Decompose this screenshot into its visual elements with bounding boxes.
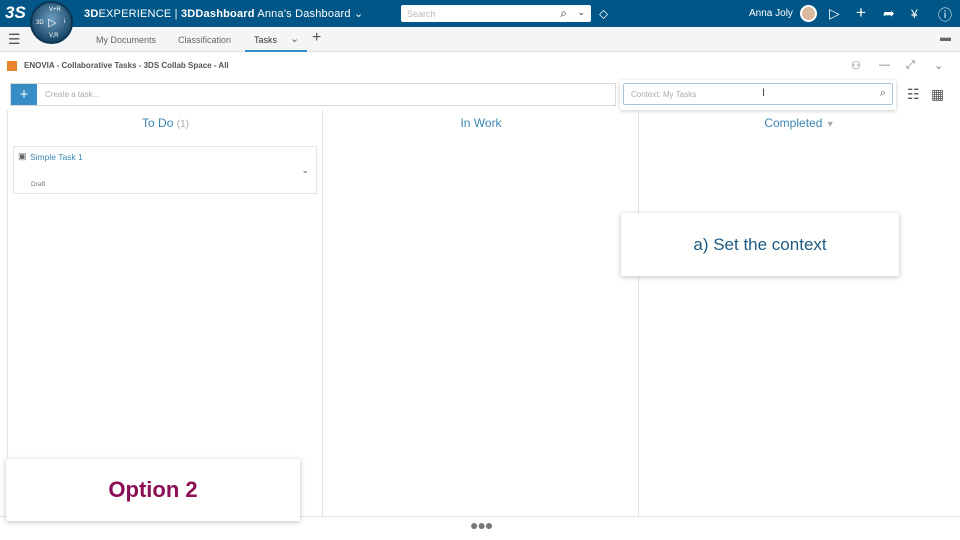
task-status: Draft: [31, 181, 46, 188]
create-task-bar: + Create a task...: [10, 83, 616, 106]
add-icon[interactable]: +: [856, 3, 866, 23]
column-header: Completed ▼: [639, 116, 960, 130]
column-header: To Do (1): [8, 116, 323, 130]
user-assign-icon[interactable]: ⚇: [851, 59, 861, 72]
task-card[interactable]: ▣ Simple Task 1 ⌄ Draft: [13, 146, 317, 194]
apps-icon[interactable]: ¥: [911, 7, 918, 21]
step-callout: a) Set the context: [621, 213, 899, 276]
chat-icon[interactable]: ▬: [940, 32, 951, 44]
context-input[interactable]: Context: My Tasks I ⌕: [623, 83, 893, 105]
search-placeholder: Search: [407, 9, 436, 19]
avatar[interactable]: [800, 5, 817, 22]
widget-header: ENOVIA - Collaborative Tasks - 3DS Colla…: [0, 52, 960, 80]
tab-my-documents[interactable]: My Documents: [96, 35, 156, 45]
maximize-icon[interactable]: ⤢: [906, 59, 915, 72]
brand-main: EXPERIENCE |: [98, 8, 181, 20]
compass-bottom: V,R: [49, 33, 59, 39]
text-cursor-icon: I: [762, 87, 766, 99]
tag-icon[interactable]: ⬦: [599, 6, 608, 22]
column-completed: Completed ▼: [638, 110, 960, 516]
option-callout: Option 2: [6, 459, 300, 521]
create-task-input[interactable]: Create a task...: [45, 90, 99, 99]
app-brand: 3DEXPERIENCE | 3DDashboard Anna's Dashbo…: [84, 7, 363, 20]
compass-left: 3D: [36, 20, 44, 26]
tab-classification[interactable]: Classification: [178, 35, 231, 45]
play-icon[interactable]: ▷: [48, 16, 56, 29]
help-icon[interactable]: ⓘ: [938, 5, 952, 25]
search-icon[interactable]: ⌕: [560, 6, 567, 21]
column-title: Completed: [764, 116, 823, 130]
add-tab-icon[interactable]: +: [312, 29, 321, 47]
column-in-work: In Work: [322, 110, 639, 516]
search-icon[interactable]: ⌕: [880, 87, 886, 100]
menu-icon[interactable]: ☰: [8, 31, 21, 48]
column-title: In Work: [460, 116, 502, 130]
chevron-down-icon[interactable]: ⌄: [354, 8, 363, 20]
filter-list-icon[interactable]: ☷: [907, 86, 920, 103]
grid-view-icon[interactable]: ▦: [931, 86, 944, 103]
brand-prefix: 3D: [84, 8, 99, 20]
context-placeholder: Context: My Tasks: [631, 90, 697, 99]
chevron-down-icon[interactable]: ⌄: [290, 32, 299, 45]
chevron-down-icon[interactable]: ⌄: [934, 59, 943, 72]
user-name[interactable]: Anna Joly: [749, 8, 793, 19]
chevron-down-icon[interactable]: ⌄: [301, 165, 309, 176]
tab-tasks[interactable]: Tasks: [254, 35, 277, 45]
chevron-down-icon[interactable]: ⌄: [577, 7, 585, 18]
share-icon[interactable]: ➦: [883, 5, 895, 22]
minimize-icon[interactable]: —: [879, 59, 890, 71]
3ds-logo-icon[interactable]: 3S: [5, 3, 26, 23]
context-popup: Context: My Tasks I ⌕: [620, 80, 896, 110]
compass-top: V+R: [49, 7, 61, 13]
brand-app: 3DDashboard: [180, 8, 255, 20]
create-task-button[interactable]: +: [11, 84, 37, 105]
more-icon[interactable]: ●●●: [470, 517, 493, 533]
search-input[interactable]: Search ⌕ ⌄: [401, 5, 591, 22]
filter-icon[interactable]: ▼: [826, 119, 835, 129]
notification-icon[interactable]: ▷: [829, 5, 840, 22]
task-name[interactable]: Simple Task 1: [30, 152, 83, 162]
clipboard-icon: ▣: [18, 151, 27, 161]
app-icon: [7, 61, 17, 71]
column-title: To Do: [142, 116, 174, 130]
compass-right: i: [64, 19, 66, 25]
top-bar: 3S 3DEXPERIENCE | 3DDashboard Anna's Das…: [0, 0, 960, 27]
column-count: (1): [176, 119, 189, 130]
tab-bar: ☰ My Documents Classification Tasks ⌄ + …: [0, 27, 960, 52]
dashboard-name[interactable]: Anna's Dashboard: [257, 8, 350, 20]
compass-icon[interactable]: V+R 3D ▷ i V,R: [30, 1, 73, 44]
widget-title: ENOVIA - Collaborative Tasks - 3DS Colla…: [24, 61, 229, 70]
